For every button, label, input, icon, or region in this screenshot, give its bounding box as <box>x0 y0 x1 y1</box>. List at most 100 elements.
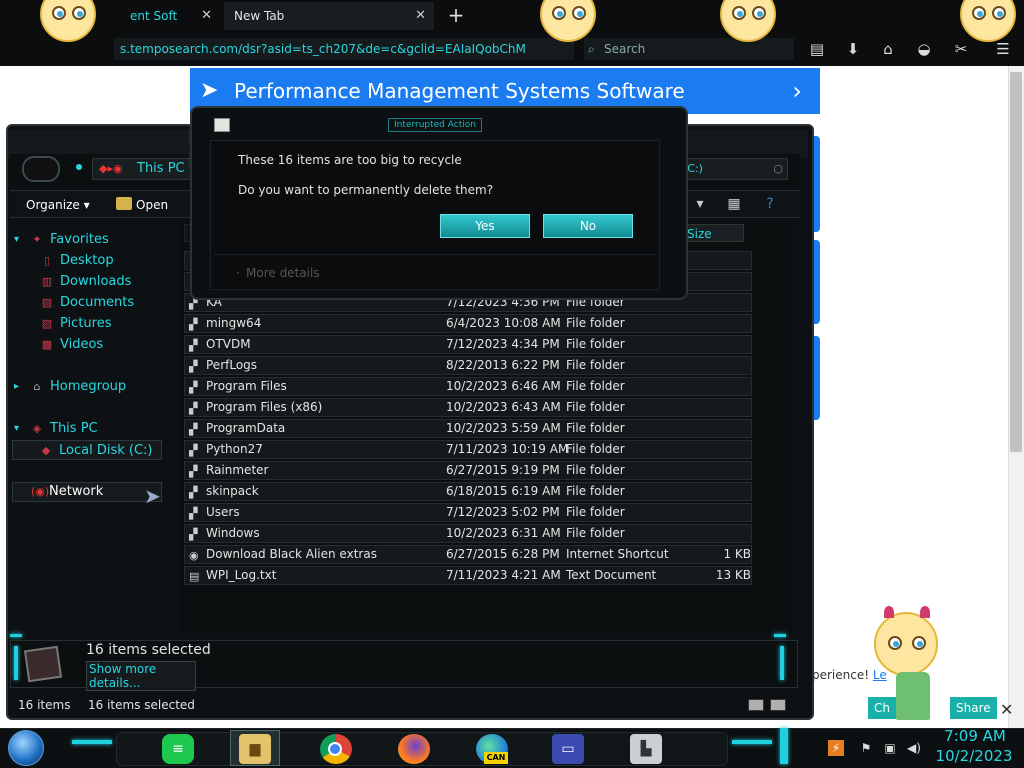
more-details-toggle[interactable]: · More details <box>236 266 320 280</box>
home-icon[interactable]: ⌂ <box>877 38 899 60</box>
table-row[interactable]: ▞ Users 7/12/2023 5:02 PM File folder <box>184 503 752 522</box>
organize-button[interactable]: Organize ▾ <box>26 195 90 215</box>
cookie-text: perience! <box>812 668 873 682</box>
table-row[interactable]: ▞ skinpack 6/18/2015 6:19 AM File folder <box>184 482 752 501</box>
cookie-learn-link[interactable]: Le <box>873 668 887 682</box>
show-desktop-strip[interactable] <box>780 728 788 764</box>
documents-icon: ▧ <box>41 296 53 309</box>
monitor-icon[interactable]: ▙ <box>630 734 662 764</box>
folder-icon: ▞ <box>189 486 198 499</box>
selected-count: 16 items selected <box>88 698 195 712</box>
column-header-size[interactable]: Size <box>684 224 744 242</box>
nav-network[interactable]: (◉) Network <box>12 482 162 502</box>
dialog-title: Interrupted Action <box>388 118 482 132</box>
preview-pane-icon[interactable]: ▦ <box>724 194 744 214</box>
app-tray-icon[interactable]: ⚡ <box>828 740 844 756</box>
menu-icon[interactable]: ☰ <box>992 38 1014 60</box>
file-size: 1 KB <box>723 547 751 561</box>
close-tab-icon[interactable]: ✕ <box>201 8 212 23</box>
nav-this-pc[interactable]: ▾ ◈ This PC <box>14 419 98 439</box>
pocket-icon[interactable]: ◒ <box>913 38 935 60</box>
file-type: Internet Shortcut <box>566 547 669 561</box>
table-row[interactable]: ▞ Windows 10/2/2023 6:31 AM File folder <box>184 524 752 543</box>
close-icon[interactable]: ✕ <box>1000 700 1013 719</box>
file-name: mingw64 <box>206 316 262 330</box>
decor-light <box>732 740 772 744</box>
item-count: 16 items <box>18 698 71 712</box>
details-view-icon[interactable] <box>748 699 764 711</box>
open-button[interactable]: Open <box>116 195 168 215</box>
show-more-details-link[interactable]: Show more details... <box>86 661 196 691</box>
file-type: File folder <box>566 379 625 393</box>
share-button[interactable]: Share <box>950 697 997 719</box>
table-row[interactable]: ▞ OTVDM 7/12/2023 4:34 PM File folder <box>184 335 752 354</box>
nav-label: Downloads <box>60 274 132 289</box>
start-button[interactable] <box>8 730 44 766</box>
nav-downloads[interactable]: ▥ Downloads <box>40 272 132 292</box>
desktop-icon: ▯ <box>43 254 51 267</box>
decor-light <box>780 646 784 680</box>
table-row[interactable]: ▤ WPI_Log.txt 7/11/2023 4:21 AM Text Docume… <box>184 566 752 585</box>
chevron-down-icon[interactable]: ▾ <box>690 194 710 214</box>
nav-videos[interactable]: ▩ Videos <box>40 335 103 355</box>
flag-icon[interactable]: ⚑ <box>858 740 874 756</box>
folder-icon: ▞ <box>189 507 198 520</box>
scrollbar-thumb[interactable] <box>1010 72 1022 452</box>
ad-title: Performance Management Systems Software <box>234 79 685 103</box>
clock-date[interactable]: 10/2/2023 <box>934 747 1014 765</box>
reading-list-icon[interactable]: ▤ <box>806 38 828 60</box>
expand-icon[interactable]: ▾ <box>14 230 19 250</box>
expand-icon[interactable]: ▾ <box>14 419 19 439</box>
table-row[interactable]: ▞ ProgramData 10/2/2023 5:59 AM File folder <box>184 419 752 438</box>
file-date: 6/4/2023 10:08 AM <box>446 316 561 330</box>
nav-label: Network <box>49 484 104 499</box>
volume-icon[interactable]: ◀) <box>906 740 922 756</box>
control-panel-icon[interactable]: ▭ <box>552 734 584 764</box>
search-icon: ⌕ <box>588 42 595 56</box>
table-row[interactable]: ◉ Download Black Alien extras 6/27/2015 6:… <box>184 545 752 564</box>
table-row[interactable]: ▞ mingw64 6/4/2023 10:08 AM File folder <box>184 314 752 333</box>
nav-pictures[interactable]: ▨ Pictures <box>40 314 112 334</box>
table-row[interactable]: ▞ Rainmeter 6/27/2015 9:19 PM File folder <box>184 461 752 480</box>
decor-light <box>14 646 18 680</box>
download-icon[interactable]: ⬇ <box>842 38 864 60</box>
search-drive-box[interactable]: (C:) ○ <box>676 158 788 180</box>
network-icon: (◉) <box>31 485 50 498</box>
help-icon[interactable]: ? <box>760 194 780 214</box>
browser-tab-new[interactable]: New Tab ✕ <box>224 2 434 30</box>
large-icons-view-icon[interactable] <box>770 699 786 711</box>
file-date: 7/11/2023 4:21 AM <box>446 568 561 582</box>
breadcrumb[interactable]: ◆▸◉ This PC <box>92 158 202 180</box>
table-row[interactable]: ▞ Python27 7/11/2023 10:19 AM File folder <box>184 440 752 459</box>
close-tab-icon[interactable]: ✕ <box>415 8 426 23</box>
browser-tab-software[interactable]: ent Soft ✕ <box>120 2 220 30</box>
nav-local-disk[interactable]: ◆ Local Disk (C:) <box>12 440 162 460</box>
notes-app-icon[interactable]: ≡ <box>162 734 194 764</box>
firefox-icon[interactable] <box>398 734 430 764</box>
nav-desktop[interactable]: ▯ Desktop <box>40 251 114 271</box>
expand-icon[interactable]: ▸ <box>14 377 19 397</box>
search-input[interactable]: ⌕ Search <box>584 38 794 60</box>
no-button[interactable]: No <box>543 214 633 238</box>
nav-documents[interactable]: ▧ Documents <box>40 293 134 313</box>
recent-dot-icon[interactable] <box>76 164 82 170</box>
edge-badge: CAN <box>484 752 508 764</box>
network-tray-icon[interactable]: ▣ <box>882 740 898 756</box>
table-row[interactable]: ▞ PerfLogs 8/22/2013 6:22 PM File folder <box>184 356 752 375</box>
back-forward-orb[interactable] <box>22 156 60 182</box>
file-type: File folder <box>566 421 625 435</box>
chrome-icon[interactable] <box>320 734 352 764</box>
table-row[interactable]: ▞ Program Files 10/2/2023 6:46 AM File fold… <box>184 377 752 396</box>
mouse-cursor-icon: ➤ <box>144 484 161 508</box>
new-tab-button[interactable]: + <box>444 4 468 28</box>
details-title: 16 items selected <box>86 642 211 658</box>
clock-time[interactable]: 7:09 AM <box>940 727 1010 745</box>
address-bar[interactable]: s.temposearch.com/dsr?asid=ts_ch207&de=c… <box>114 38 574 60</box>
extension-icon[interactable]: ✂ <box>950 38 972 60</box>
nav-homegroup[interactable]: ▸ ⌂ Homegroup <box>14 377 126 397</box>
yes-button[interactable]: Yes <box>440 214 530 238</box>
nav-favorites[interactable]: ▾ ✦ Favorites <box>14 230 109 250</box>
cookie-choose-button[interactable]: Ch <box>868 697 896 719</box>
folder-icon: ▞ <box>189 423 198 436</box>
table-row[interactable]: ▞ Program Files (x86) 10/2/2023 6:43 AM Fil… <box>184 398 752 417</box>
